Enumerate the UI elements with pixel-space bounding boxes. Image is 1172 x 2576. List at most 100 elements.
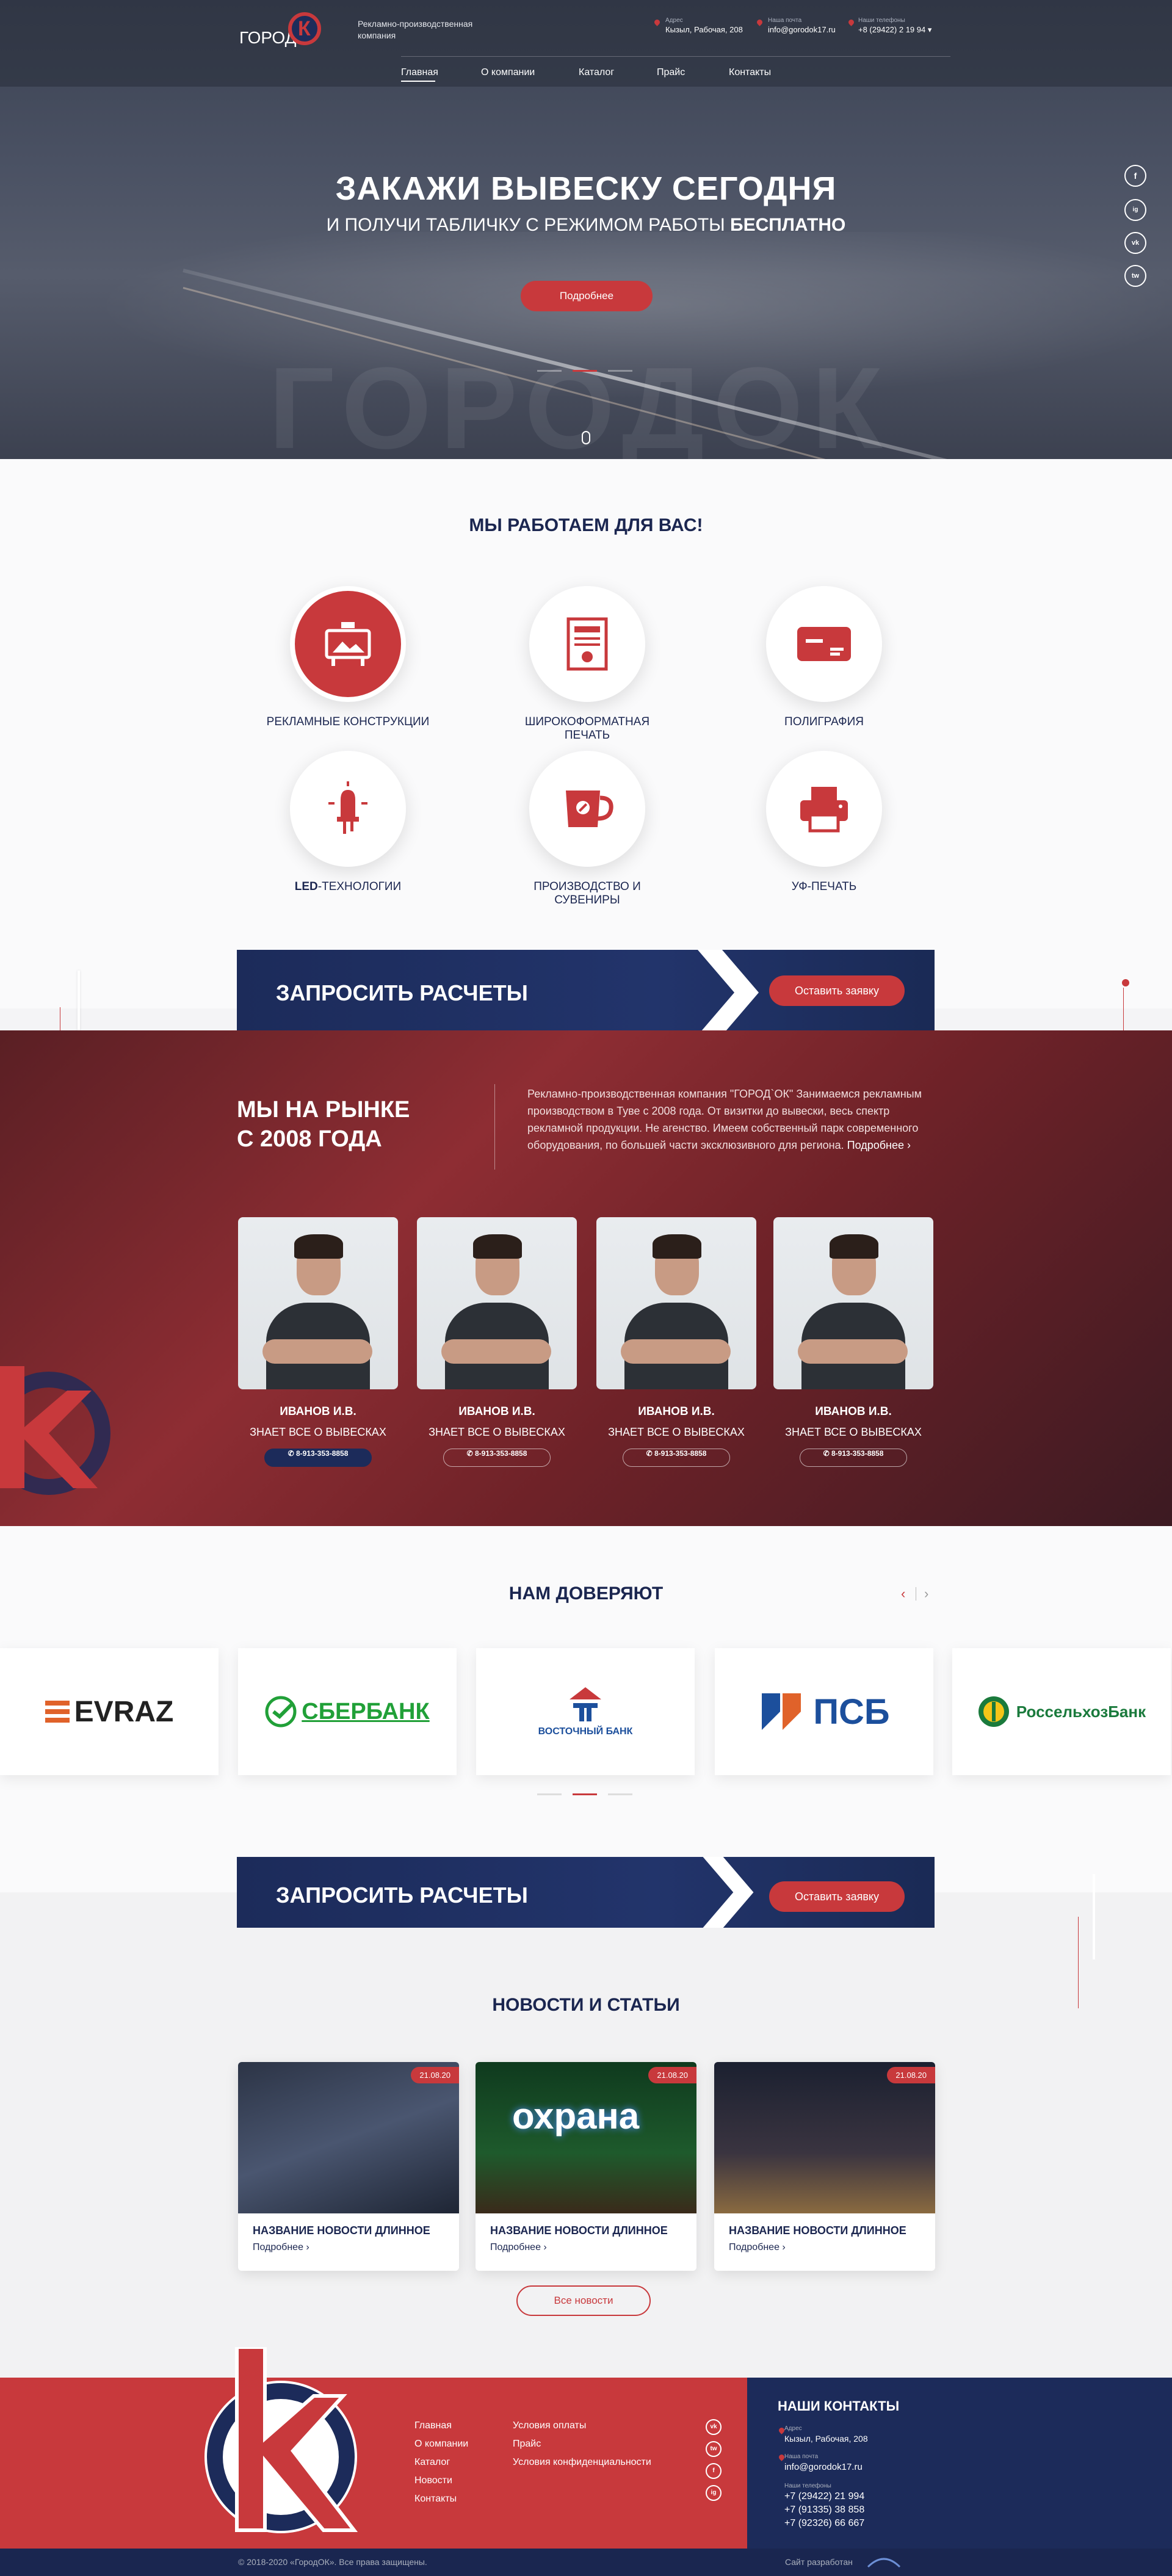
service-wide-format-print[interactable]: ШИРОКОФОРМАТНАЯ ПЕЧАТЬ <box>502 586 673 742</box>
footer-nav-home[interactable]: Главная <box>414 2420 452 2431</box>
partner-vostochny[interactable]: ВОСТОЧНЫЙ БАНК <box>476 1648 695 1775</box>
led-icon <box>290 751 406 867</box>
nav-catalog[interactable]: Каталог <box>579 67 614 78</box>
footer-nav-news[interactable]: Новости <box>414 2475 452 2486</box>
psb-logo-icon <box>762 1693 801 1730</box>
developer-logo-icon[interactable] <box>867 2555 901 2568</box>
partners-dot[interactable] <box>608 1793 632 1795</box>
facebook-icon[interactable]: f <box>1124 165 1146 187</box>
member-phone-button[interactable]: ✆ 8-913-353-8858 <box>443 1449 551 1467</box>
news-card[interactable]: охрана 21.08.20 НАЗВАНИЕ НОВОСТИ ДЛИННОЕ… <box>476 2062 696 2271</box>
header-phone[interactable]: Наши телефоны +8 (29422) 2 19 94 ▾ <box>858 17 931 35</box>
footer-phone[interactable]: +7 (91335) 38 858 <box>784 2505 864 2516</box>
decor-dot <box>1122 979 1129 986</box>
team-card: ИВАНОВ И.В. ЗНАЕТ ВСЕ О ВЫВЕСКАХ ✆ 8-913… <box>773 1217 933 1467</box>
service-label: LED-ТЕХНОЛОГИИ <box>294 880 402 893</box>
developer-credit[interactable]: Сайт разработан <box>785 2557 853 2567</box>
footer-nav-about[interactable]: О компании <box>414 2439 468 2450</box>
vk-icon[interactable]: vk <box>706 2419 722 2435</box>
instagram-icon[interactable]: ig <box>1124 199 1146 221</box>
nav-active-indicator <box>401 81 435 82</box>
team-text: Рекламно-производственная компания "ГОРО… <box>527 1088 922 1151</box>
news-card-title: НАЗВАНИЕ НОВОСТИ ДЛИННОЕ <box>253 2224 430 2237</box>
partner-psb[interactable]: ПСБ <box>715 1648 933 1775</box>
footer-logo-icon[interactable] <box>183 2347 366 2542</box>
news-more-link[interactable]: Подробнее › <box>253 2242 444 2253</box>
nav-price[interactable]: Прайс <box>657 67 685 78</box>
member-name: ИВАНОВ И.В. <box>458 1405 535 1418</box>
news-image: охрана 21.08.20 <box>476 2062 696 2213</box>
vostochny-logo-icon <box>570 1687 601 1721</box>
member-phone-button[interactable]: ✆ 8-913-353-8858 <box>623 1449 730 1467</box>
next-arrow-icon[interactable]: › <box>924 1586 928 1602</box>
service-advertising-structures[interactable]: РЕКЛАМНЫЕ КОНСТРУКЦИИ <box>262 586 433 729</box>
service-production-souvenirs[interactable]: ПРОИЗВОДСТВО И СУВЕНИРЫ <box>502 751 673 907</box>
leave-request-button[interactable]: Оставить заявку <box>769 1881 905 1912</box>
member-phone-button[interactable]: ✆ 8-913-353-8858 <box>800 1449 907 1467</box>
member-role: ЗНАЕТ ВСЕ О ВЫВЕСКАХ <box>608 1426 745 1438</box>
scroll-down-icon[interactable] <box>582 431 590 444</box>
twitter-icon[interactable]: tw <box>1124 265 1146 287</box>
footer-contacts-title: НАШИ КОНТАКТЫ <box>778 2398 900 2414</box>
news-card[interactable]: 21.08.20 НАЗВАНИЕ НОВОСТИ ДЛИННОЕ Подроб… <box>714 2062 935 2271</box>
footer-phone[interactable]: +7 (92326) 66 667 <box>784 2518 864 2529</box>
nav-about[interactable]: О компании <box>481 67 535 78</box>
footer-link-payment[interactable]: Условия оплаты <box>513 2420 586 2431</box>
chevron-right-icon <box>703 1857 754 1928</box>
logo-mark[interactable]: К <box>288 12 321 45</box>
all-news-button[interactable]: Все новости <box>516 2285 651 2316</box>
partners-dot-active[interactable] <box>573 1793 597 1795</box>
twitter-icon[interactable]: tw <box>706 2441 722 2457</box>
team-photo <box>417 1217 577 1389</box>
news-card[interactable]: 21.08.20 НАЗВАНИЕ НОВОСТИ ДЛИННОЕ Подроб… <box>238 2062 459 2271</box>
team-card: ИВАНОВ И.В. ЗНАЕТ ВСЕ О ВЫВЕСКАХ ✆ 8-913… <box>238 1217 398 1467</box>
service-uv-print[interactable]: УФ-ПЕЧАТЬ <box>739 751 910 894</box>
evraz-logo-icon <box>45 1701 70 1723</box>
footer-bottom-bar <box>0 2549 1172 2576</box>
vk-icon[interactable]: vk <box>1124 232 1146 254</box>
hero-watermark: ГОРОДОК <box>269 344 891 459</box>
team-divider <box>494 1084 495 1170</box>
footer-phones-label: Наши телефоны <box>784 2483 831 2489</box>
nav-contacts[interactable]: Контакты <box>729 67 771 78</box>
team-photo <box>238 1217 398 1389</box>
footer-nav-contacts[interactable]: Контакты <box>414 2494 457 2505</box>
news-more-link[interactable]: Подробнее › <box>729 2242 921 2253</box>
nav-home[interactable]: Главная <box>401 67 438 78</box>
header-address: Адрес Кызыл, Рабочая, 208 <box>665 17 743 34</box>
footer-phone[interactable]: +7 (29422) 21 994 <box>784 2491 864 2502</box>
prev-arrow-icon[interactable]: ‹ <box>901 1586 905 1602</box>
member-name: ИВАНОВ И.В. <box>815 1405 892 1418</box>
rshb-logo-icon <box>978 1696 1009 1727</box>
footer-link-price[interactable]: Прайс <box>513 2439 541 2450</box>
slider-dot[interactable] <box>537 370 562 372</box>
service-led[interactable]: LED-ТЕХНОЛОГИИ <box>262 751 433 894</box>
request-calc-text: ЗАПРОСИТЬ РАСЧЕТЫ <box>276 1883 528 1908</box>
slider-dot[interactable] <box>608 370 632 372</box>
partner-rosselkhozbank[interactable]: РоссельхозБанк <box>952 1648 1171 1775</box>
slider-dot-active[interactable] <box>573 370 597 372</box>
partners-dot[interactable] <box>537 1793 562 1795</box>
footer-email[interactable]: info@gorodok17.ru <box>784 2462 863 2472</box>
leave-request-button[interactable]: Оставить заявку <box>769 975 905 1006</box>
service-polygraphy[interactable]: ПОЛИГРАФИЯ <box>739 586 910 729</box>
news-more-link[interactable]: Подробнее › <box>490 2242 682 2253</box>
team-more-link[interactable]: Подробнее <box>847 1139 904 1151</box>
news-date: 21.08.20 <box>887 2067 935 2083</box>
hero-more-button[interactable]: Подробнее <box>521 281 653 311</box>
member-phone-button[interactable]: ✆ 8-913-353-8858 <box>264 1449 372 1467</box>
team-photo <box>773 1217 933 1389</box>
team-photo <box>596 1217 756 1389</box>
printer-icon <box>766 751 882 867</box>
header-email[interactable]: Наша почта info@gorodok17.ru <box>768 17 836 34</box>
footer-nav-catalog[interactable]: Каталог <box>414 2457 450 2468</box>
news-image: 21.08.20 <box>714 2062 935 2213</box>
footer-address: Кызыл, Рабочая, 208 <box>784 2434 868 2444</box>
instagram-icon[interactable]: ig <box>706 2485 722 2501</box>
partner-evraz[interactable]: EVRAZ <box>0 1648 219 1775</box>
service-label: УФ-ПЕЧАТЬ <box>791 880 857 893</box>
facebook-icon[interactable]: f <box>706 2463 722 2479</box>
footer-link-privacy[interactable]: Условия конфиденциальности <box>513 2457 651 2468</box>
news-title: НОВОСТИ И СТАТЬИ <box>492 1995 680 2015</box>
partner-sberbank[interactable]: СБЕРБАНК <box>238 1648 457 1775</box>
